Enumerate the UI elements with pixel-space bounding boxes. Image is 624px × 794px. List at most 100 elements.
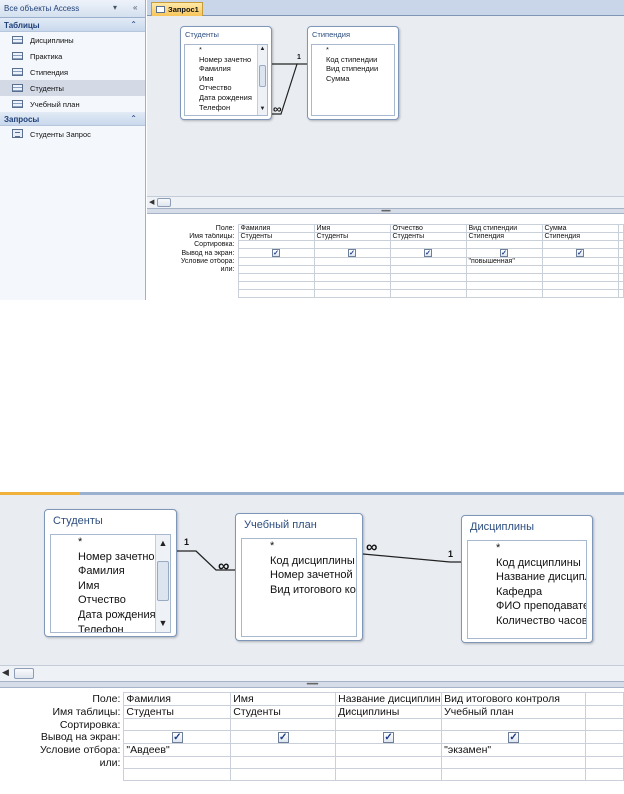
grid-cell-empty[interactable] (585, 768, 624, 781)
scroll-thumb[interactable] (157, 198, 171, 207)
grid-cell-sort[interactable] (441, 718, 587, 731)
show-checkbox[interactable] (576, 249, 584, 257)
nav-item-study-plan[interactable]: Учебный план (0, 96, 145, 112)
grid-cell-empty[interactable] (389, 273, 467, 282)
grid-cell-table[interactable]: Студенты (230, 705, 337, 719)
grid-cell-empty[interactable] (585, 743, 624, 757)
grid-cell-table[interactable]: Учебный план (441, 705, 587, 719)
grid-cell-criteria[interactable]: "экзамен" (441, 743, 587, 757)
grid-cell-empty[interactable] (441, 768, 587, 781)
chevron-up-icon[interactable]: ⌃ (130, 114, 137, 123)
grid-cell-field[interactable]: Имя (230, 692, 337, 706)
grid-cell-sort[interactable] (541, 240, 619, 249)
grid-cell-criteria[interactable] (237, 257, 315, 266)
pane-splitter[interactable]: •••••••••• (0, 681, 624, 688)
grid-cell-criteria[interactable] (230, 743, 337, 757)
nav-item-disciplines[interactable]: Дисциплины (0, 32, 145, 48)
nav-collapse-icon[interactable]: « (133, 3, 137, 12)
show-checkbox-cell[interactable] (441, 730, 587, 744)
show-checkbox-cell[interactable] (465, 248, 543, 258)
grid-cell-criteria[interactable] (335, 743, 443, 757)
grid-cell-empty[interactable] (541, 289, 619, 298)
grid-cell-sort[interactable] (465, 240, 543, 249)
grid-cell-criteria[interactable] (541, 257, 619, 266)
grid-cell-empty[interactable] (617, 273, 624, 282)
grid-cell-empty[interactable] (585, 756, 624, 769)
nav-group-queries[interactable]: Запросы ⌃ (0, 112, 145, 126)
show-checkbox[interactable] (348, 249, 356, 257)
grid-cell-table[interactable]: Студенты (389, 232, 467, 241)
grid-cell-empty[interactable] (335, 768, 443, 781)
grid-cell-empty[interactable] (617, 232, 624, 241)
show-checkbox[interactable] (508, 731, 520, 743)
grid-cell-empty[interactable] (585, 730, 624, 744)
grid-cell-empty[interactable] (389, 289, 467, 298)
grid-cell-criteria[interactable] (389, 257, 467, 266)
grid-cell-empty[interactable] (237, 273, 315, 282)
show-checkbox[interactable] (424, 249, 432, 257)
grid-cell-empty[interactable] (617, 240, 624, 249)
grid-cell-field[interactable]: Вид стипендии (465, 224, 543, 233)
show-checkbox-cell[interactable] (230, 730, 337, 744)
show-checkbox-cell[interactable] (335, 730, 443, 744)
nav-item-students-query[interactable]: Студенты Запрос (0, 126, 145, 142)
grid-cell-sort[interactable] (313, 240, 391, 249)
grid-cell-empty[interactable] (617, 281, 624, 290)
grid-cell-field[interactable]: Название дисциплин (335, 692, 443, 706)
grid-cell-field[interactable]: Сумма (541, 224, 619, 233)
grid-cell-empty[interactable] (541, 281, 619, 290)
grid-cell-or[interactable] (313, 265, 391, 274)
grid-cell-or[interactable] (335, 756, 443, 769)
horizontal-scrollbar[interactable]: ◀ (147, 196, 624, 208)
show-checkbox-cell[interactable] (389, 248, 467, 258)
nav-pane-header[interactable]: Все объекты Access ▾ « (0, 0, 145, 18)
grid-cell-empty[interactable] (617, 224, 624, 233)
scroll-left-icon[interactable]: ◀ (149, 198, 154, 206)
grid-cell-empty[interactable] (389, 281, 467, 290)
grid-cell-table[interactable]: Стипендия (541, 232, 619, 241)
scroll-thumb[interactable] (14, 668, 34, 679)
nav-group-tables[interactable]: Таблицы ⌃ (0, 18, 145, 32)
grid-cell-empty[interactable] (123, 768, 232, 781)
grid-cell-field[interactable]: Фамилия (123, 692, 232, 706)
grid-cell-or[interactable] (389, 265, 467, 274)
show-checkbox-cell[interactable] (237, 248, 315, 258)
tab-query1[interactable]: Запрос1 (151, 2, 203, 16)
grid-cell-or[interactable] (465, 265, 543, 274)
grid-cell-table[interactable]: Стипендия (465, 232, 543, 241)
grid-cell-criteria[interactable] (313, 257, 391, 266)
show-checkbox[interactable] (277, 731, 289, 743)
grid-cell-empty[interactable] (313, 289, 391, 298)
grid-cell-empty[interactable] (230, 768, 337, 781)
grid-cell-or[interactable] (230, 756, 337, 769)
grid-cell-sort[interactable] (230, 718, 337, 731)
grid-cell-table[interactable]: Студенты (237, 232, 315, 241)
scroll-left-icon[interactable]: ◀ (2, 667, 9, 678)
nav-item-practice[interactable]: Практика (0, 48, 145, 64)
grid-cell-empty[interactable] (585, 718, 624, 731)
grid-cell-empty[interactable] (237, 289, 315, 298)
grid-cell-or[interactable] (237, 265, 315, 274)
show-checkbox[interactable] (171, 731, 183, 743)
grid-cell-empty[interactable] (585, 705, 624, 719)
grid-cell-table[interactable]: Студенты (123, 705, 232, 719)
grid-cell-table[interactable]: Студенты (313, 232, 391, 241)
grid-cell-empty[interactable] (617, 265, 624, 274)
nav-item-stipend[interactable]: Стипендия (0, 64, 145, 80)
chevron-up-icon[interactable]: ⌃ (130, 20, 137, 29)
nav-menu-dropdown-icon[interactable]: ▾ (113, 3, 117, 12)
grid-cell-or[interactable] (541, 265, 619, 274)
grid-cell-empty[interactable] (541, 273, 619, 282)
grid-cell-empty[interactable] (465, 289, 543, 298)
grid-cell-table[interactable]: Дисциплины (335, 705, 443, 719)
grid-cell-empty[interactable] (617, 248, 624, 258)
grid-cell-or[interactable] (123, 756, 232, 769)
grid-cell-field[interactable]: Фамилия (237, 224, 315, 233)
show-checkbox[interactable] (500, 249, 508, 257)
grid-cell-empty[interactable] (617, 289, 624, 298)
grid-cell-empty[interactable] (313, 281, 391, 290)
show-checkbox-cell[interactable] (123, 730, 232, 744)
grid-cell-empty[interactable] (237, 281, 315, 290)
grid-cell-sort[interactable] (389, 240, 467, 249)
grid-cell-sort[interactable] (335, 718, 443, 731)
